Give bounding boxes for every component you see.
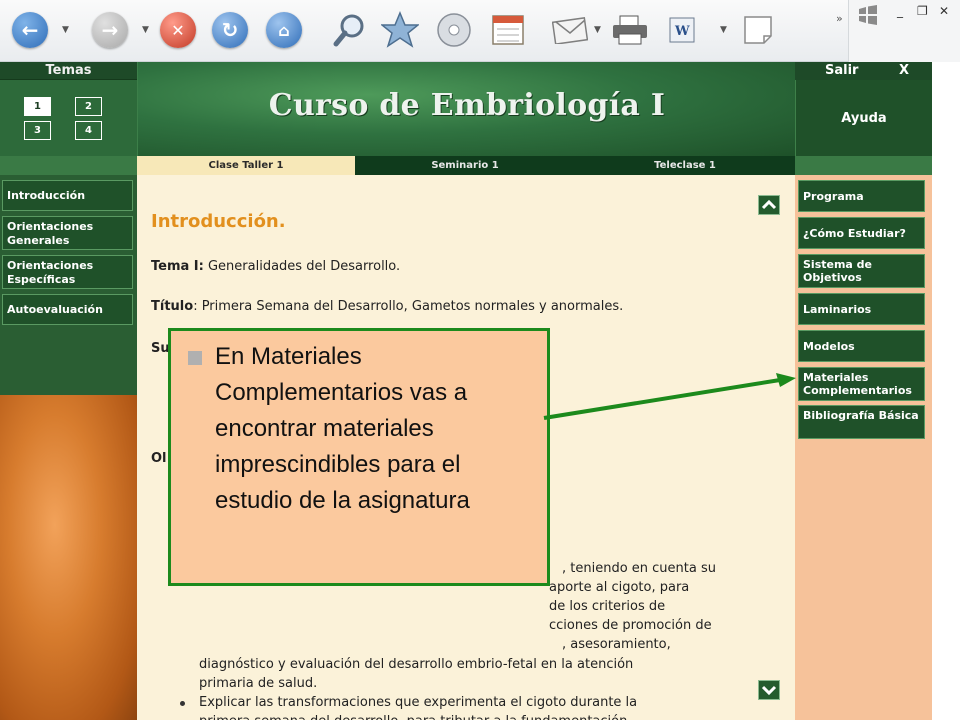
back-icon: ← [12,12,48,48]
nav-bibliografia-basica[interactable]: Bibliografía Básica [798,405,925,439]
topic-number-grid: 1 2 3 4 [0,80,137,156]
edit-dropdown-icon[interactable]: ▼ [720,25,727,35]
scroll-up-button[interactable] [758,195,780,215]
tema-value: Generalidades del Desarrollo. [207,259,401,274]
close-button[interactable]: ✕ [939,4,949,18]
forward-button[interactable]: → [90,10,130,50]
mail-button[interactable] [550,10,590,50]
topic-button-4[interactable]: 4 [75,121,102,140]
topic-button-1[interactable]: 1 [24,97,51,116]
topic-button-3[interactable]: 3 [24,121,51,140]
topic-button-2[interactable]: 2 [75,97,102,116]
edit-word-icon: W [669,17,695,43]
edit-button[interactable]: W [662,10,702,50]
mail-dropdown-icon[interactable]: ▼ [594,25,601,35]
toolbar-overflow-icon[interactable]: » [836,12,843,25]
callout-arrow-icon [543,373,796,420]
discuss-button[interactable] [738,10,778,50]
close-x-icon[interactable]: X [899,62,909,80]
partial-line-1: , teniendo en cuenta su [562,561,716,576]
nav-como-estudiar[interactable]: ¿Cómo Estudiar? [798,217,925,249]
chevron-up-icon [761,199,777,210]
scroll-down-button[interactable] [758,680,780,700]
tab-teleclase-1[interactable]: Teleclase 1 [575,156,795,175]
favorites-icon [381,11,419,48]
forward-icon: → [92,12,128,48]
right-nav: Programa ¿Cómo Estudiar? Sistema de Obje… [795,175,932,720]
content-line-4: primera semana del desarrollo, para trib… [199,712,627,720]
history-button[interactable] [488,10,528,50]
objectives-fragment: Ol [151,451,167,466]
titulo-line: Título: Primera Semana del Desarrollo, G… [151,299,623,314]
stop-button[interactable]: ✕ [158,10,198,50]
tema-label: Tema I: [151,259,204,274]
titulo-value: : Primera Semana del Desarrollo, Gametos… [193,299,624,314]
partial-line-4: cciones de promoción de [549,618,712,633]
print-button[interactable] [610,10,650,50]
chevron-down-icon [761,685,777,696]
callout-text: En Materiales Complementarios vas a enco… [215,343,470,514]
nav-modelos[interactable]: Modelos [798,330,925,362]
nav-laminarios[interactable]: Laminarios [798,293,925,325]
titulo-label: Título [151,299,194,314]
print-icon [613,15,647,45]
back-dropdown-icon[interactable]: ▼ [62,25,69,35]
nav-introduccion[interactable]: Introducción [2,180,133,211]
nav-materiales-complementarios[interactable]: Materiales Complementarios [798,367,925,401]
salir-label: Salir [825,63,859,78]
nav-autoevaluacion[interactable]: Autoevaluación [2,294,133,325]
course-banner: Curso de Embriología I [137,62,795,156]
callout-box: En Materiales Complementarios vas a enco… [168,328,550,586]
embryo-image [0,395,137,720]
partial-line-2: aporte al cigoto, para [549,580,690,595]
nav-orientaciones-especificas[interactable]: Orientaciones Específicas [2,255,133,289]
refresh-icon: ↻ [212,12,248,48]
search-button[interactable] [330,10,370,50]
left-nav: Introducción Orientaciones Generales Ori… [0,175,137,395]
course-title: Curso de Embriología I [268,88,666,123]
minimize-button[interactable]: _ [897,4,903,18]
mail-icon [552,17,588,44]
content-line-2: primaria de salud. [199,676,318,691]
callout-bullet-icon [188,351,202,365]
home-button[interactable]: ⌂ [264,10,304,50]
subtitle-fragment: Su [151,341,170,356]
stop-icon: ✕ [160,12,196,48]
tab-seminario-1[interactable]: Seminario 1 [355,156,575,175]
temas-header: Temas [0,62,137,80]
nav-sistema-objetivos[interactable]: Sistema de Objetivos [798,254,925,288]
restore-button[interactable]: ❐ [917,4,928,18]
favorites-button[interactable] [380,10,420,50]
nav-orientaciones-generales[interactable]: Orientaciones Generales [2,216,133,250]
partial-line-5: , asesoramiento, [562,637,671,652]
bullet-dot [180,701,185,706]
media-icon [437,13,471,47]
salir-button[interactable]: Salir X [795,62,932,80]
windows-logo-icon [859,5,877,25]
media-button[interactable] [434,10,474,50]
forward-dropdown-icon[interactable]: ▼ [142,25,149,35]
tabs-left-strip [0,156,137,175]
partial-line-3: de los criterios de [549,599,666,614]
tema-line: Tema I: Generalidades del Desarrollo. [151,259,400,274]
ayuda-button[interactable]: Ayuda [795,80,932,156]
window-controls: _ ❐ ✕ [848,0,960,62]
nav-programa[interactable]: Programa [798,180,925,212]
refresh-button[interactable]: ↻ [210,10,250,50]
tab-clase-taller-1[interactable]: Clase Taller 1 [137,156,355,175]
history-icon [492,15,524,45]
home-icon: ⌂ [266,12,302,48]
back-button[interactable]: ← [10,10,50,50]
search-icon [333,14,364,47]
browser-toolbar: ← ▼ → ▼ ✕ ↻ ⌂ ▼ W ▼ » [0,0,960,62]
svg-text:W: W [674,24,690,39]
content-line-1: diagnóstico y evaluación del desarrollo … [199,657,634,672]
discuss-icon [744,16,772,44]
page-title: Introducción. [151,211,286,232]
content-line-3: Explicar las transformaciones que experi… [199,695,638,710]
